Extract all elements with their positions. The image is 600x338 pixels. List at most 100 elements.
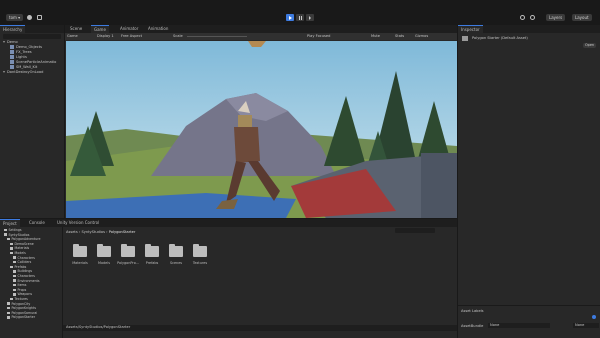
tab-hierarchy[interactable]: Hierarchy — [0, 25, 26, 34]
folder-label: Materials — [72, 261, 88, 265]
project-tree-label: PolygonSamurai — [11, 310, 38, 315]
folder-icon — [13, 279, 16, 282]
tab-inspector[interactable]: Inspector — [458, 25, 483, 34]
divider — [62, 227, 63, 338]
folder-icon[interactable] — [121, 244, 135, 257]
project-tree-label: Props — [17, 287, 27, 292]
folder-label: Textures — [192, 261, 208, 265]
inspector-tabbar: Inspector — [458, 25, 600, 34]
folder-icon[interactable] — [169, 244, 183, 257]
folder-icon — [7, 311, 10, 315]
variant-select[interactable]: None — [573, 323, 599, 328]
asset-labels-label: Asset Labels — [461, 309, 484, 313]
project-tree-label: PolygonStarter — [11, 315, 36, 320]
tab-console[interactable]: Console — [26, 219, 48, 227]
inspector-title: Polygon Starter (Default Asset) — [472, 36, 528, 40]
history-icon[interactable] — [520, 15, 525, 20]
folder-label: Scenes — [169, 261, 183, 265]
project-tree-label: PolygonKnights — [11, 306, 36, 311]
project-tree-label: Characters — [17, 274, 35, 278]
folder-icon[interactable] — [193, 244, 207, 257]
folder-icon — [10, 265, 13, 269]
divider — [458, 305, 600, 306]
folder-icon — [462, 36, 468, 41]
project-tree-label: Textures — [14, 297, 28, 301]
folder-icon — [7, 237, 10, 241]
project-tree-label: Environments — [17, 278, 40, 283]
asset-bundle-label: AssetBundle — [461, 324, 484, 328]
tab-project[interactable]: Project — [0, 219, 20, 228]
folder-icon[interactable] — [73, 244, 87, 257]
hierarchy-tabbar: Hierarchy — [0, 25, 64, 34]
hierarchy-item-label: FX_Trees — [16, 50, 32, 54]
breadcrumb: Assets › SyntyStudios › PolygonStarter — [66, 230, 136, 234]
view-tabbar: Scene Game Animator Animation — [65, 25, 457, 34]
display-number-select[interactable]: Display 1 — [97, 34, 114, 38]
account-dropdown[interactable]: tom ▾ — [6, 14, 24, 21]
folder-icon — [13, 256, 16, 259]
search-icon[interactable] — [530, 15, 535, 20]
project-tree-label: Prefabs — [14, 264, 27, 269]
scale-slider[interactable] — [187, 36, 247, 37]
tab-scene[interactable]: Scene — [67, 25, 85, 33]
hierarchy-item-label: Demo_Objects — [16, 45, 43, 49]
folder-icon[interactable] — [145, 244, 159, 257]
folder-icon — [7, 316, 10, 319]
play-button[interactable] — [286, 14, 294, 21]
pause-button[interactable] — [296, 14, 304, 21]
folder-icon — [7, 302, 10, 305]
project-tree-label: SyntyStudios — [8, 232, 30, 237]
cloud-icon[interactable] — [27, 15, 32, 20]
tab-animator[interactable]: Animator — [117, 25, 141, 33]
display-select[interactable]: Game — [67, 34, 78, 38]
folder-icon — [10, 242, 13, 246]
project-tree-label: Weapons — [17, 292, 33, 297]
hierarchy-search[interactable] — [3, 34, 61, 39]
project-tree-label: Models — [14, 251, 26, 255]
project-search[interactable] — [395, 228, 435, 233]
scale-label: Scale — [173, 34, 183, 38]
folder-label: Models — [98, 261, 110, 265]
folder-icon — [13, 270, 16, 273]
gizmos-toggle[interactable]: Gizmos — [415, 34, 428, 38]
hierarchy-item-label: SceneParticleAnimatio — [16, 60, 57, 64]
layers-dropdown[interactable]: Layers — [546, 14, 566, 21]
project-tree-label: Colliders — [17, 260, 32, 265]
hierarchy-panel: Hierarchy Demo Demo_Objects FX_Trees Lig… — [0, 25, 64, 218]
open-button[interactable]: Open — [583, 43, 597, 48]
folder-label: Prefabs — [145, 261, 159, 265]
hierarchy-item-label: DontDestroyOnLoad — [7, 70, 44, 74]
bottom-tabbar: Project Console Unity Version Control — [0, 219, 457, 228]
layout-dropdown[interactable]: Layout — [572, 14, 592, 21]
mute-toggle[interactable]: Mute — [371, 34, 380, 38]
folder-icon — [4, 233, 7, 236]
hierarchy-item[interactable]: DontDestroyOnLoad — [3, 70, 43, 75]
breadcrumb-assets[interactable]: Assets — [66, 230, 78, 234]
tab-unity-version-control[interactable]: Unity Version Control — [54, 219, 102, 227]
folder-icon — [4, 228, 7, 232]
folder-icon — [10, 251, 13, 255]
play-focused-select[interactable]: Play Focused — [307, 34, 330, 38]
collab-icon[interactable] — [37, 15, 42, 20]
asset-bundle-select[interactable]: None — [488, 323, 550, 328]
project-tree-label: Buildings — [17, 269, 33, 274]
breadcrumb-synty[interactable]: SyntyStudios — [81, 230, 105, 234]
project-tree-item[interactable]: PolygonStarter — [7, 315, 35, 320]
folder-icon — [7, 306, 10, 310]
breadcrumb-starter[interactable]: PolygonStarter — [109, 230, 136, 234]
aspect-select[interactable]: Free Aspect — [121, 34, 142, 38]
folder-icon — [13, 260, 16, 264]
game-toolbar: Game Display 1 Free Aspect Scale Play Fo… — [65, 33, 457, 40]
stats-toggle[interactable]: Stats — [395, 34, 404, 38]
label-icon[interactable] — [592, 315, 596, 319]
tab-animation[interactable]: Animation — [145, 25, 171, 33]
folder-icon — [13, 293, 16, 296]
gameobject-icon — [10, 45, 14, 49]
hierarchy-item-label: Lights — [16, 55, 27, 59]
folder-label: PolygonPro... — [117, 261, 139, 265]
step-button[interactable] — [306, 14, 314, 21]
project-tree-label: DemoScene — [14, 241, 34, 246]
folder-icon[interactable] — [97, 244, 111, 257]
project-tree-label: Characters — [17, 255, 35, 260]
gameobject-icon — [10, 65, 14, 69]
